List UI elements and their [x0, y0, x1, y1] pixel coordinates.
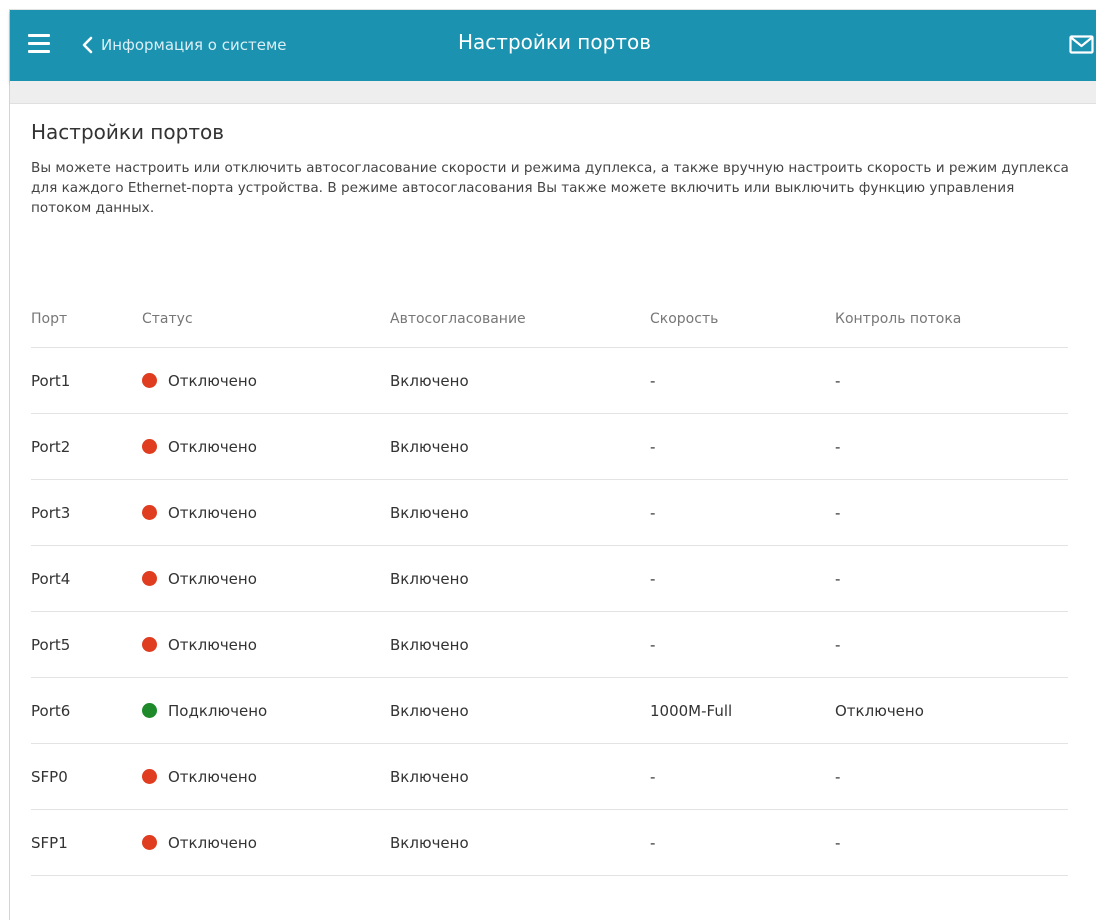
top-bar: Информация о системе Настройки портов: [10, 10, 1096, 81]
port-name: SFP0: [31, 767, 68, 786]
table-row[interactable]: SFP0 Отключено Включено - -: [31, 744, 1068, 810]
table-row[interactable]: Port5 Отключено Включено - -: [31, 612, 1068, 678]
status-label: Отключено: [168, 437, 257, 456]
table-row[interactable]: Port4 Отключено Включено - -: [31, 546, 1068, 612]
autoneg-value: Включено: [390, 701, 469, 720]
flow-control-value: -: [835, 635, 841, 654]
speed-value: -: [650, 437, 656, 456]
column-header-speed: Скорость: [650, 311, 719, 327]
chevron-left-icon: [82, 36, 93, 54]
column-header-autoneg: Автосогласование: [390, 311, 526, 327]
status-label: Отключено: [168, 767, 257, 786]
status-label: Отключено: [168, 371, 257, 390]
port-name: Port3: [31, 503, 71, 522]
table-header-row: Порт Статус Автосогласование Скорость Ко…: [31, 291, 1068, 348]
flow-control-value: -: [835, 371, 841, 390]
port-status: Подключено: [142, 678, 267, 743]
flow-control-value: -: [835, 437, 841, 456]
flow-control-value: Отключено: [835, 701, 924, 720]
port-status: Отключено: [142, 612, 257, 677]
flow-control-value: -: [835, 833, 841, 852]
status-dot-icon: [142, 637, 157, 652]
table-row[interactable]: Port1 Отключено Включено - -: [31, 348, 1068, 414]
status-dot-icon: [142, 505, 157, 520]
status-label: Отключено: [168, 635, 257, 654]
speed-value: -: [650, 371, 656, 390]
port-status: Отключено: [142, 348, 257, 413]
back-link[interactable]: Информация о системе: [82, 32, 287, 58]
status-dot-icon: [142, 703, 157, 718]
port-name: Port1: [31, 371, 71, 390]
content-section: Настройки портов Вы можете настроить или…: [31, 120, 1071, 218]
speed-value: -: [650, 569, 656, 588]
autoneg-value: Включено: [390, 635, 469, 654]
sub-bar: [10, 81, 1096, 104]
port-name: Port6: [31, 701, 71, 720]
port-status: Отключено: [142, 546, 257, 611]
table-row[interactable]: SFP1 Отключено Включено - -: [31, 810, 1068, 876]
column-header-port: Порт: [31, 311, 68, 327]
table-row[interactable]: Port6 Подключено Включено 1000M-Full Отключе…: [31, 678, 1068, 744]
autoneg-value: Включено: [390, 371, 469, 390]
status-label: Отключено: [168, 833, 257, 852]
column-header-flow-control: Контроль потока: [835, 311, 962, 327]
port-status: Отключено: [142, 414, 257, 479]
page-description: Вы можете настроить или отключить автосо…: [31, 160, 1069, 216]
autoneg-value: Включено: [390, 767, 469, 786]
port-name: Port4: [31, 569, 71, 588]
flow-control-value: -: [835, 767, 841, 786]
hamburger-menu-icon[interactable]: [28, 34, 50, 54]
status-label: Отключено: [168, 569, 257, 588]
flow-control-value: -: [835, 503, 841, 522]
status-dot-icon: [142, 439, 157, 454]
flow-control-value: -: [835, 569, 841, 588]
envelope-icon[interactable]: [1069, 35, 1094, 58]
page-title: Настройки портов: [31, 120, 224, 144]
speed-value: 1000M-Full: [650, 701, 733, 720]
port-name: Port5: [31, 635, 71, 654]
status-dot-icon: [142, 373, 157, 388]
autoneg-value: Включено: [390, 503, 469, 522]
autoneg-value: Включено: [390, 569, 469, 588]
port-status: Отключено: [142, 480, 257, 545]
port-status: Отключено: [142, 810, 257, 875]
status-label: Отключено: [168, 503, 257, 522]
port-name: SFP1: [31, 833, 68, 852]
autoneg-value: Включено: [390, 437, 469, 456]
speed-value: -: [650, 635, 656, 654]
speed-value: -: [650, 767, 656, 786]
autoneg-value: Включено: [390, 833, 469, 852]
back-link-label: Информация о системе: [101, 36, 287, 54]
port-status: Отключено: [142, 744, 257, 809]
status-dot-icon: [142, 769, 157, 784]
status-label: Подключено: [168, 701, 268, 720]
status-dot-icon: [142, 835, 157, 850]
speed-value: -: [650, 503, 656, 522]
speed-value: -: [650, 833, 656, 852]
port-name: Port2: [31, 437, 71, 456]
table-row[interactable]: Port3 Отключено Включено - -: [31, 480, 1068, 546]
ports-table: Порт Статус Автосогласование Скорость Ко…: [31, 291, 1068, 876]
page-header-title: Настройки портов: [458, 30, 651, 54]
column-header-status: Статус: [142, 311, 193, 327]
table-row[interactable]: Port2 Отключено Включено - -: [31, 414, 1068, 480]
status-dot-icon: [142, 571, 157, 586]
